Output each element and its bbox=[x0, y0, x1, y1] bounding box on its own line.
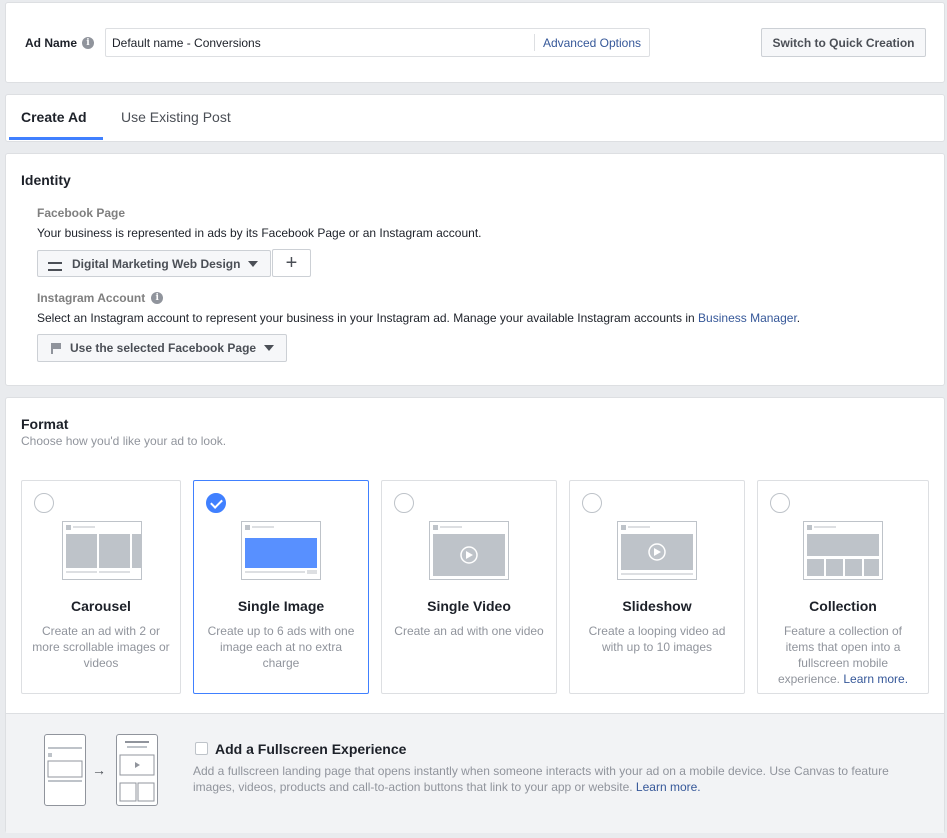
carousel-thumbnail bbox=[62, 521, 142, 580]
slideshow-title: Slideshow bbox=[622, 598, 692, 614]
arrow-icon: → bbox=[92, 762, 106, 778]
format-card-collection[interactable]: Collection Feature a collection of items… bbox=[757, 480, 929, 694]
fullscreen-learn-more-link[interactable]: Learn more. bbox=[636, 780, 701, 794]
format-card-single-video[interactable]: Single Video Create an ad with one video bbox=[381, 480, 557, 694]
instagram-description-period: . bbox=[796, 311, 801, 325]
flag-icon bbox=[50, 342, 62, 354]
single-video-title: Single Video bbox=[427, 598, 511, 614]
facebook-page-selected: Digital Marketing Web Design bbox=[72, 256, 241, 271]
collection-learn-more-link[interactable]: Learn more. bbox=[843, 672, 908, 686]
single-video-thumbnail bbox=[429, 521, 509, 580]
facebook-page-label-text: Facebook Page bbox=[37, 206, 126, 220]
caret-down-icon bbox=[248, 260, 259, 267]
collection-thumbnail bbox=[803, 521, 883, 580]
ad-name-panel: Ad Name i Default name - Conversions Adv… bbox=[5, 2, 945, 83]
radio-slideshow[interactable] bbox=[582, 493, 602, 513]
tab-use-existing-post[interactable]: Use Existing Post bbox=[121, 109, 231, 125]
single-video-description: Create an ad with one video bbox=[394, 624, 544, 638]
active-tab-indicator bbox=[9, 137, 103, 140]
instagram-description: Select an Instagram account to represent… bbox=[37, 311, 800, 325]
format-panel: Format Choose how you'd like your ad to … bbox=[5, 397, 945, 833]
slideshow-thumbnail bbox=[617, 521, 697, 580]
tab-create-ad[interactable]: Create Ad bbox=[21, 109, 87, 125]
ad-name-input[interactable]: Default name - Conversions Advanced Opti… bbox=[105, 28, 650, 57]
info-icon[interactable]: i bbox=[82, 37, 95, 49]
ad-name-label: Ad Name bbox=[25, 36, 78, 50]
slideshow-description: Create a looping video ad with up to 10 … bbox=[588, 624, 726, 654]
radio-carousel[interactable] bbox=[34, 493, 54, 513]
check-icon[interactable] bbox=[206, 493, 226, 513]
identity-panel: Identity Facebook Page Your business is … bbox=[5, 153, 945, 386]
add-page-button[interactable]: + bbox=[272, 249, 311, 277]
radio-collection[interactable] bbox=[770, 493, 790, 513]
carousel-title: Carousel bbox=[71, 598, 131, 614]
ad-name-value[interactable]: Default name - Conversions bbox=[106, 36, 534, 50]
facebook-page-dropdown[interactable]: Digital Marketing Web Design bbox=[37, 250, 272, 277]
switch-to-quick-creation-button[interactable]: Switch to Quick Creation bbox=[761, 28, 926, 57]
fullscreen-description: Add a fullscreen landing page that opens… bbox=[193, 763, 923, 795]
ad-name-label-group: Ad Name i bbox=[25, 36, 95, 50]
switch-button-label: Switch to Quick Creation bbox=[772, 35, 915, 50]
facebook-page-description: Your business is represented in ads by i… bbox=[37, 226, 482, 240]
fullscreen-description-text: Add a fullscreen landing page that opens… bbox=[193, 764, 889, 794]
collection-description: Feature a collection of items that open … bbox=[768, 623, 918, 687]
advanced-options-link[interactable]: Advanced Options bbox=[533, 34, 649, 51]
single-image-description: Create up to 6 ads with one image each a… bbox=[207, 624, 355, 670]
phone-illustration-right bbox=[116, 734, 158, 806]
format-card-single-image[interactable]: Single Image Create up to 6 ads with one… bbox=[193, 480, 369, 694]
plus-icon: + bbox=[285, 251, 298, 274]
fullscreen-experience-section: → Add a Fullscreen Experience Add a full… bbox=[6, 713, 944, 833]
identity-title: Identity bbox=[21, 172, 71, 188]
carousel-description: Create an ad with 2 or more scrollable i… bbox=[32, 624, 170, 670]
instagram-description-text: Select an Instagram account to represent… bbox=[37, 311, 695, 325]
instagram-selected: Use the selected Facebook Page bbox=[70, 341, 257, 355]
caret-down-icon bbox=[264, 345, 275, 351]
facebook-page-label: Facebook Page bbox=[37, 206, 125, 220]
format-title: Format bbox=[21, 416, 69, 432]
page-icon bbox=[48, 259, 64, 271]
single-image-thumbnail bbox=[241, 521, 321, 580]
business-manager-link[interactable]: Business Manager bbox=[698, 311, 797, 325]
fullscreen-checkbox[interactable] bbox=[195, 742, 208, 755]
instagram-account-dropdown[interactable]: Use the selected Facebook Page bbox=[37, 334, 288, 362]
phone-illustration-left bbox=[44, 734, 86, 806]
instagram-account-label: Instagram Account i bbox=[37, 291, 164, 305]
tabs-panel: Create Ad Use Existing Post bbox=[5, 94, 945, 142]
collection-title: Collection bbox=[809, 598, 877, 614]
fullscreen-title: Add a Fullscreen Experience bbox=[215, 741, 407, 757]
format-card-slideshow[interactable]: Slideshow Create a looping video ad with… bbox=[569, 480, 745, 694]
radio-single-video[interactable] bbox=[394, 493, 414, 513]
instagram-account-label-text: Instagram Account bbox=[37, 291, 146, 305]
format-subtitle: Choose how you'd like your ad to look. bbox=[21, 434, 227, 448]
info-icon[interactable]: i bbox=[151, 292, 164, 304]
single-image-title: Single Image bbox=[237, 598, 325, 614]
format-card-carousel[interactable]: Carousel Create an ad with 2 or more scr… bbox=[21, 480, 181, 694]
